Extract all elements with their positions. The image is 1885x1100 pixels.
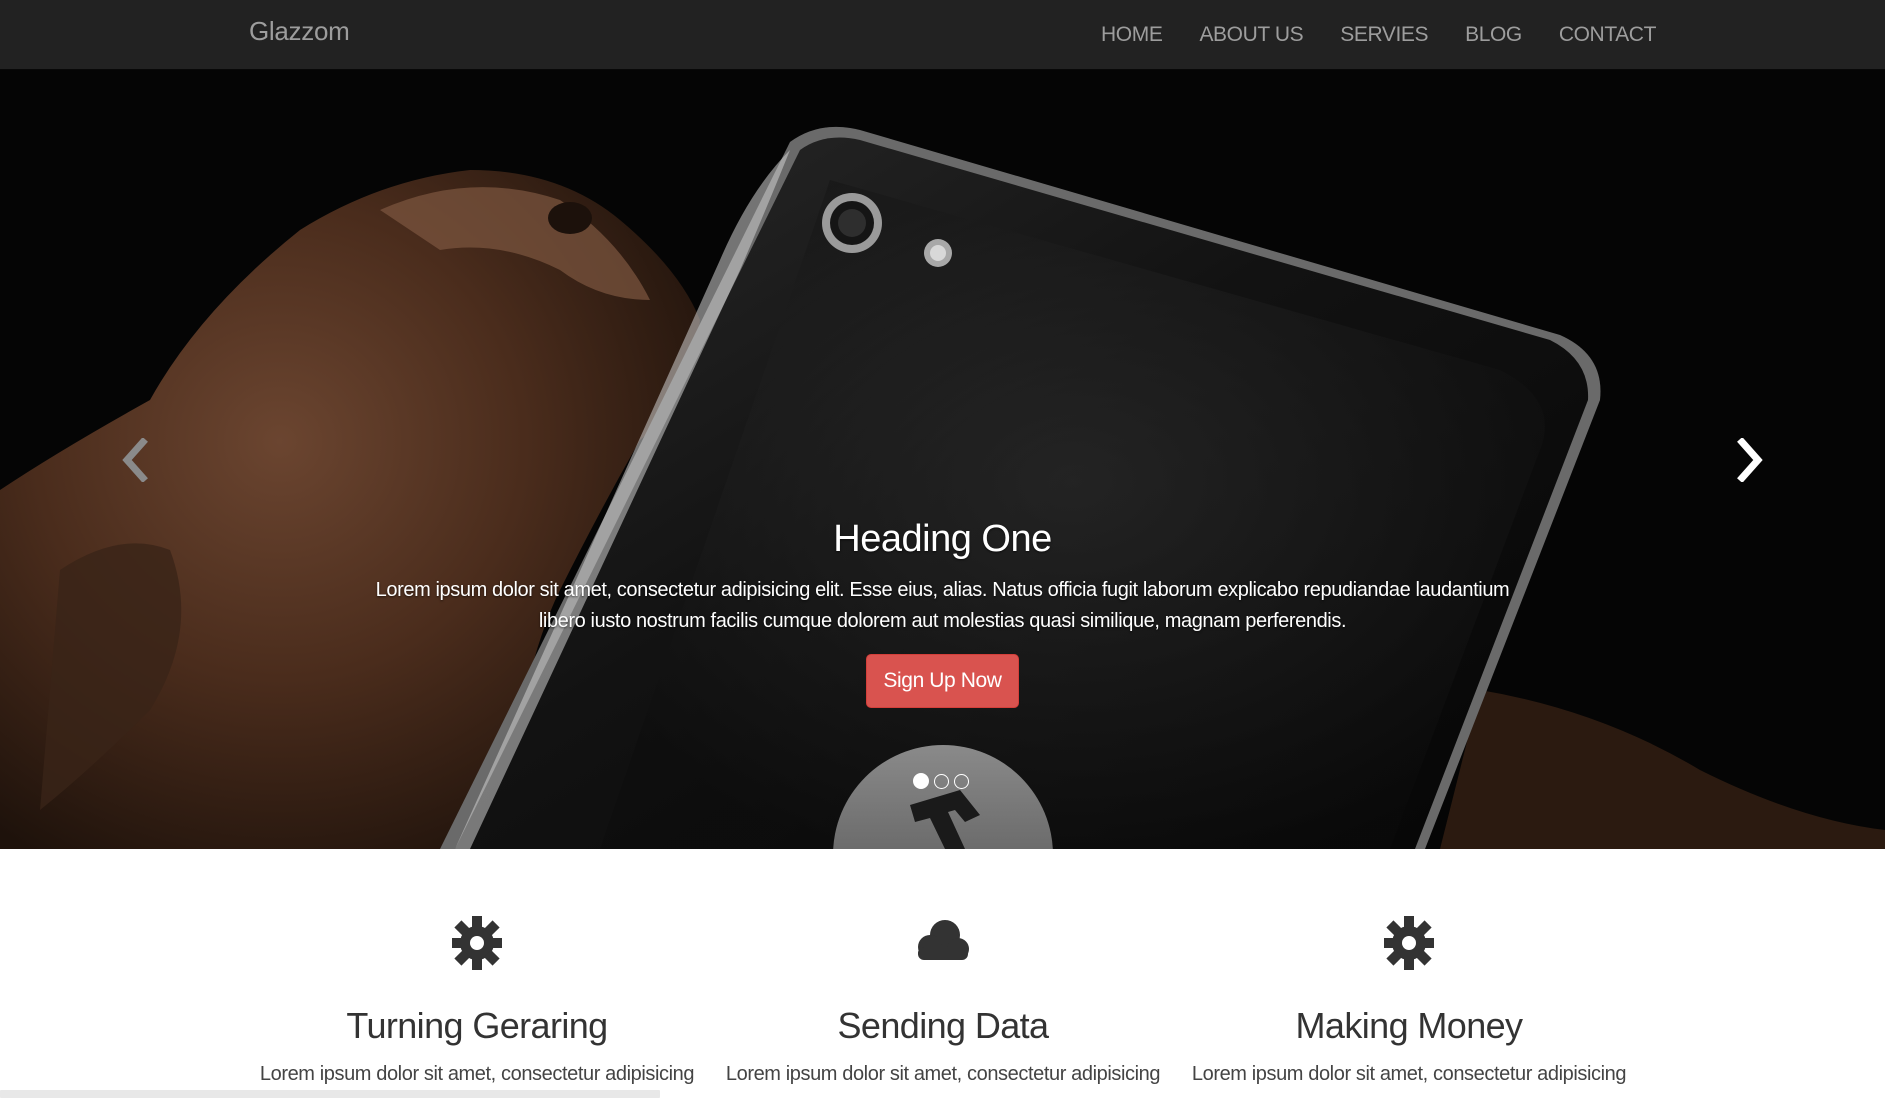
- gear-icon: [452, 916, 502, 970]
- feature-title: Sending Data: [837, 1005, 1050, 1046]
- feature-title: Making Money: [1295, 1005, 1524, 1046]
- hero-carousel: Heading One Lorem ipsum dolor sit amet, …: [0, 70, 1885, 849]
- feature-title: Turning Geraring: [346, 1005, 608, 1046]
- feature-text: Lorem ipsum dolor sit amet, consectetur …: [725, 1063, 1161, 1085]
- nav-link-home[interactable]: HOME: [1101, 23, 1163, 46]
- feature-text: Lorem ipsum dolor sit amet, consectetur …: [1191, 1063, 1627, 1085]
- chevron-right-icon: [1737, 437, 1763, 482]
- features-section: Turning Geraring Lorem ipsum dolor sit a…: [0, 849, 1885, 1100]
- carousel-indicator-3[interactable]: [954, 774, 969, 789]
- sign-up-button[interactable]: Sign Up Now: [866, 654, 1019, 708]
- carousel-indicator-1[interactable]: [913, 773, 929, 789]
- hero-text: Lorem ipsum dolor sit amet, consectetur …: [375, 579, 1510, 632]
- cloud-icon: [918, 920, 969, 960]
- hero-background-image: [0, 70, 1885, 849]
- hero-heading: Heading One: [833, 518, 1052, 560]
- nav-link-contact[interactable]: CONTACT: [1559, 23, 1657, 46]
- nav-menu: HOME ABOUT US SERVIES BLOG CONTACT: [1064, 0, 1656, 70]
- nav-link-blog[interactable]: BLOG: [1465, 23, 1522, 46]
- carousel-indicators: [913, 773, 969, 789]
- carousel-caption: Heading One Lorem ipsum dolor sit amet, …: [340, 518, 1545, 708]
- nav-link-services[interactable]: SERVIES: [1340, 23, 1428, 46]
- navbar: Glazzom HOME ABOUT US SERVIES BLOG CONTA…: [0, 0, 1885, 70]
- horizontal-scrollbar[interactable]: [0, 1090, 660, 1098]
- gear-icon: [1384, 916, 1434, 970]
- nav-link-about-us[interactable]: ABOUT US: [1199, 23, 1303, 46]
- carousel-next-button[interactable]: [1635, 70, 1865, 849]
- carousel-indicator-2[interactable]: [934, 774, 949, 789]
- chevron-left-icon: [122, 437, 148, 482]
- brand-logo[interactable]: Glazzom: [249, 16, 350, 47]
- feature-text: Lorem ipsum dolor sit amet, consectetur …: [259, 1063, 695, 1085]
- carousel-prev-button[interactable]: [20, 70, 250, 849]
